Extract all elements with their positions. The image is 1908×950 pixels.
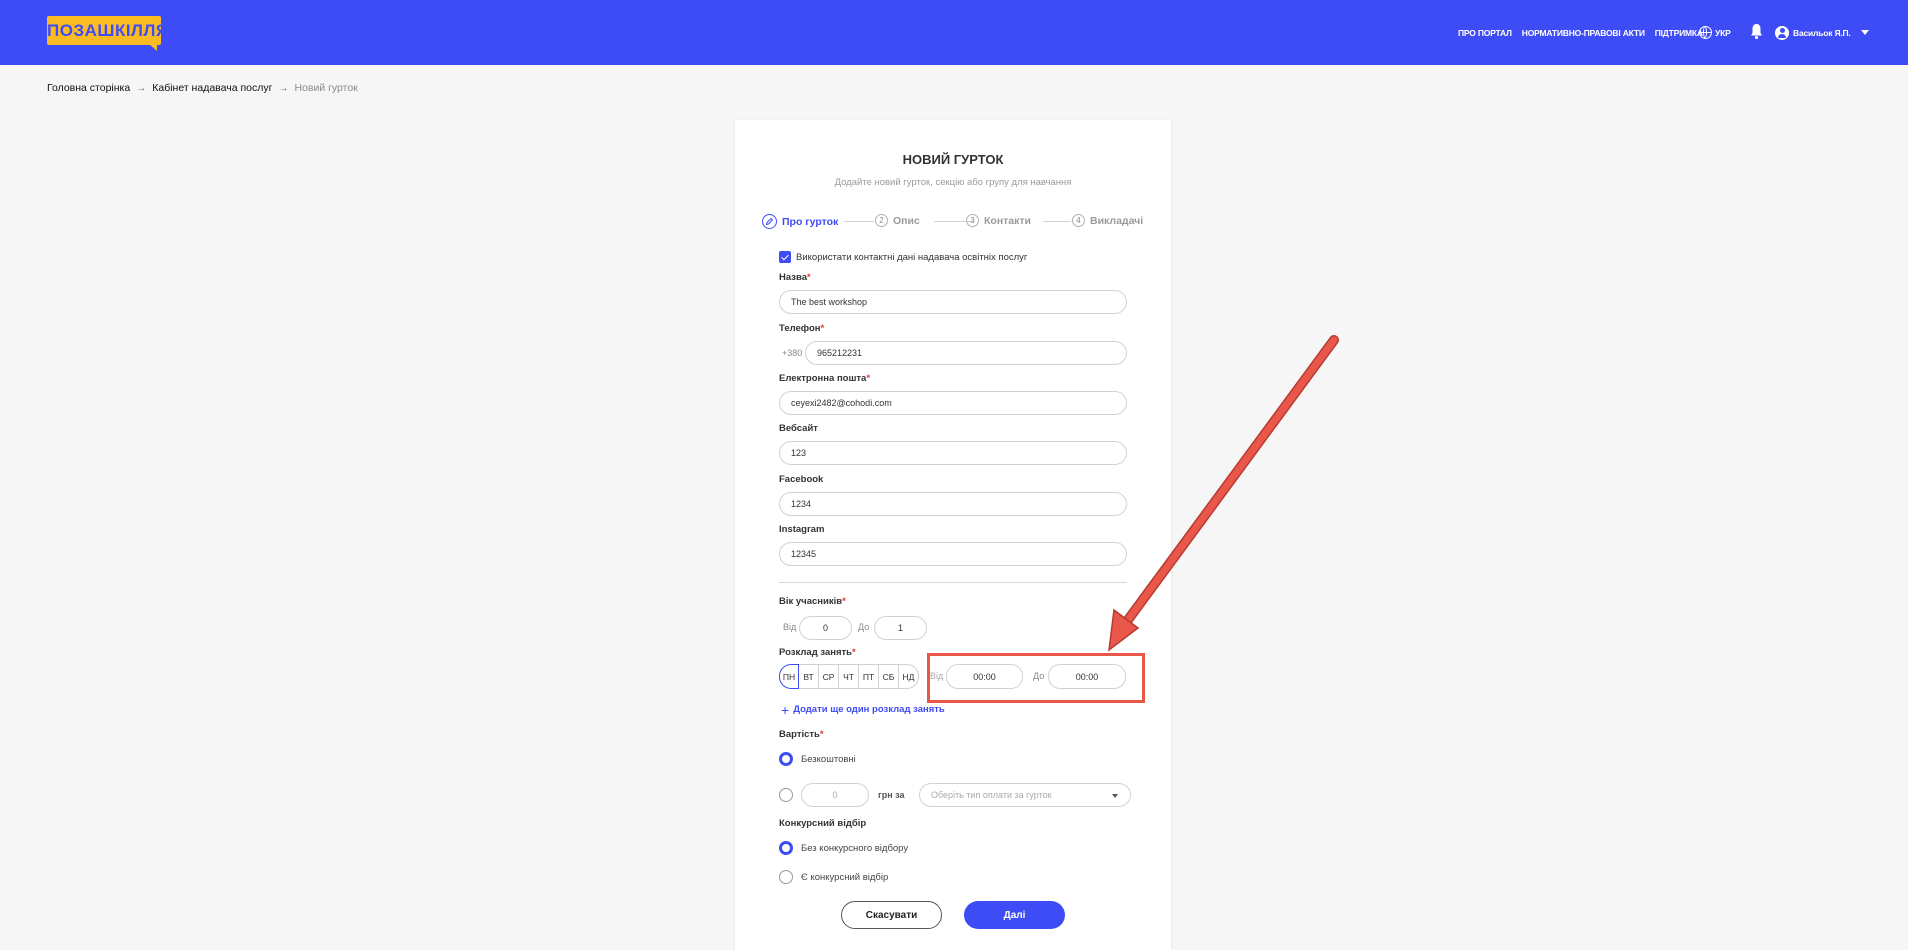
phone-input[interactable]: 965212231 bbox=[805, 341, 1127, 365]
section-divider bbox=[779, 582, 1127, 583]
website-label: Вебсайт bbox=[779, 423, 818, 434]
use-provider-contacts-checkbox[interactable] bbox=[779, 251, 791, 263]
email-input[interactable]: ceyexi2482@cohodi.com bbox=[779, 391, 1127, 415]
step-divider bbox=[1043, 221, 1071, 222]
nav-support[interactable]: ПІДТРИМКА bbox=[1655, 28, 1703, 38]
competition-label: Конкурсний відбір bbox=[779, 818, 867, 829]
competition-none-radio[interactable] bbox=[779, 841, 793, 855]
arrow-right-icon: → bbox=[278, 82, 289, 94]
competition-none-label: Без конкурсного відбору bbox=[801, 843, 909, 854]
nav-about[interactable]: ПРО ПОРТАЛ bbox=[1458, 28, 1512, 38]
pencil-icon bbox=[762, 214, 777, 229]
day-sun[interactable]: НД bbox=[899, 664, 919, 689]
facebook-label: Facebook bbox=[779, 474, 824, 485]
price-per-label: грн за bbox=[878, 790, 905, 800]
step-about[interactable]: Про гурток bbox=[762, 214, 838, 229]
step-number: 3 bbox=[966, 214, 979, 227]
user-menu[interactable]: Васильок Я.П. bbox=[1775, 0, 1869, 65]
step-label: Контакти bbox=[984, 214, 1031, 227]
email-label: Електронна пошта* bbox=[779, 373, 871, 384]
price-label: Вартість* bbox=[779, 729, 824, 740]
step-label: Викладачі bbox=[1090, 214, 1144, 227]
age-from-label: Від bbox=[783, 622, 797, 632]
age-label: Вік учасників* bbox=[779, 596, 846, 607]
step-label: Опис bbox=[893, 214, 920, 227]
breadcrumb: Головна сторінка → Кабінет надавача посл… bbox=[47, 82, 358, 94]
breadcrumb-home[interactable]: Головна сторінка bbox=[47, 82, 130, 94]
breadcrumb-cabinet[interactable]: Кабінет надавача послуг bbox=[152, 82, 272, 94]
cancel-button[interactable]: Скасувати bbox=[841, 901, 942, 929]
breadcrumb-current: Новий гурток bbox=[294, 82, 358, 94]
day-wed[interactable]: СР bbox=[819, 664, 839, 689]
next-button[interactable]: Далі bbox=[964, 901, 1065, 929]
bell-icon[interactable] bbox=[1750, 23, 1763, 40]
day-thu[interactable]: ЧТ bbox=[839, 664, 859, 689]
instagram-input[interactable]: 12345 bbox=[779, 542, 1127, 566]
weekday-selector: ПН ВТ СР ЧТ ПТ СБ НД bbox=[779, 664, 919, 689]
step-teachers[interactable]: 4 Викладачі bbox=[1072, 214, 1143, 227]
globe-icon bbox=[1699, 26, 1712, 39]
competition-yes-label: Є конкурсний відбір bbox=[801, 872, 889, 883]
step-label: Про гурток bbox=[782, 215, 839, 228]
annotation-highlight-box bbox=[927, 653, 1145, 703]
price-free-radio[interactable] bbox=[779, 752, 793, 766]
payment-type-placeholder: Оберіть тип оплати за гурток bbox=[931, 790, 1052, 800]
plus-icon: + bbox=[781, 701, 790, 718]
top-header: ПОЗАШКІЛЛЯ ПРО ПОРТАЛ НОРМАТИВНО-ПРАВОВІ… bbox=[0, 0, 1908, 65]
payment-type-select[interactable]: Оберіть тип оплати за гурток bbox=[919, 783, 1131, 807]
competition-yes-radio[interactable] bbox=[779, 870, 793, 884]
new-workshop-form: НОВИЙ ГУРТОК Додайте новий гурток, секці… bbox=[735, 120, 1171, 950]
schedule-label: Розклад занять* bbox=[779, 647, 856, 658]
language-switcher[interactable]: УКР bbox=[1699, 0, 1731, 65]
portal-logo[interactable]: ПОЗАШКІЛЛЯ bbox=[47, 16, 168, 51]
price-amount-input[interactable]: 0 bbox=[801, 783, 869, 807]
day-tue[interactable]: ВТ bbox=[799, 664, 819, 689]
website-input[interactable]: 123 bbox=[779, 441, 1127, 465]
step-number: 2 bbox=[875, 214, 888, 227]
price-paid-radio[interactable] bbox=[779, 788, 793, 802]
name-label: Назва* bbox=[779, 272, 811, 283]
day-fri[interactable]: ПТ bbox=[859, 664, 879, 689]
day-sat[interactable]: СБ bbox=[879, 664, 899, 689]
phone-prefix: +380 bbox=[782, 348, 803, 358]
page-subtitle: Додайте новий гурток, секцію або групу д… bbox=[834, 177, 1072, 188]
language-label: УКР bbox=[1715, 27, 1731, 38]
facebook-input[interactable]: 1234 bbox=[779, 492, 1127, 516]
name-input[interactable]: The best workshop bbox=[779, 290, 1127, 314]
use-provider-contacts-label: Використати контактні дані надавача осві… bbox=[796, 252, 1028, 263]
step-number: 4 bbox=[1072, 214, 1085, 227]
instagram-label: Instagram bbox=[779, 524, 825, 535]
nav-menu: ПРО ПОРТАЛ НОРМАТИВНО-ПРАВОВІ АКТИ ПІДТР… bbox=[1458, 0, 1703, 65]
page-title: НОВИЙ ГУРТОК bbox=[902, 152, 1004, 167]
add-schedule-button[interactable]: + Додати ще один розклад занять bbox=[781, 701, 945, 718]
step-contacts[interactable]: 3 Контакти bbox=[966, 214, 1031, 227]
chevron-down-icon bbox=[1112, 794, 1118, 798]
step-description[interactable]: 2 Опис bbox=[875, 214, 920, 227]
chevron-down-icon bbox=[1860, 30, 1869, 35]
step-divider bbox=[844, 221, 874, 222]
age-to-label: До bbox=[858, 622, 870, 632]
user-avatar-icon bbox=[1775, 25, 1789, 40]
age-to-input[interactable]: 1 bbox=[874, 616, 927, 640]
day-mon[interactable]: ПН bbox=[779, 664, 799, 689]
age-from-input[interactable]: 0 bbox=[799, 616, 852, 640]
user-name: Васильок Я.П. bbox=[1793, 27, 1851, 38]
price-free-label: Безкоштовні bbox=[801, 754, 856, 765]
nav-legal-acts[interactable]: НОРМАТИВНО-ПРАВОВІ АКТИ bbox=[1522, 28, 1645, 38]
phone-label: Телефон* bbox=[779, 323, 825, 334]
arrow-right-icon: → bbox=[136, 82, 147, 94]
add-schedule-label: Додати ще один розклад занять bbox=[793, 704, 945, 715]
